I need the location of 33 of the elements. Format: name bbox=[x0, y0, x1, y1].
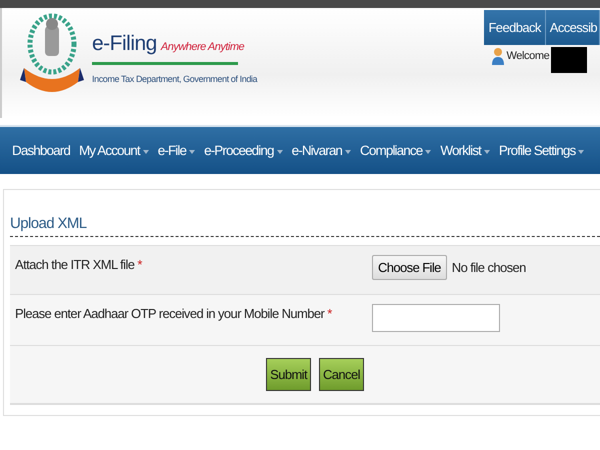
caret-icon bbox=[142, 150, 149, 154]
form-button[interactable]: Submit bbox=[266, 358, 311, 391]
caret-icon bbox=[345, 150, 352, 154]
required-mark: * bbox=[327, 306, 332, 321]
welcome-text: Welcome bbox=[506, 50, 550, 62]
field-label: Attach the ITR XML file bbox=[15, 257, 134, 272]
header-link[interactable]: Feedback bbox=[484, 10, 546, 45]
form-button[interactable]: Cancel bbox=[319, 358, 364, 391]
nav-menu-item[interactable]: Dashboard bbox=[12, 143, 70, 158]
nav-menu-item[interactable]: e-Proceeding bbox=[204, 143, 283, 158]
redacted-block bbox=[551, 47, 588, 73]
caret-icon bbox=[276, 150, 283, 154]
caret-icon bbox=[484, 150, 490, 154]
nav-menu-item[interactable]: e-Nivaran bbox=[292, 143, 352, 158]
nav-menu-item[interactable]: Worklist bbox=[440, 143, 490, 158]
tagline: Anywhere Anytime bbox=[160, 41, 244, 53]
section-title: Upload XML bbox=[10, 190, 600, 237]
header-link[interactable]: Accessib bbox=[546, 10, 600, 45]
user-icon bbox=[492, 47, 504, 65]
file-status: No file chosen bbox=[452, 260, 526, 275]
caret-icon bbox=[189, 150, 196, 154]
caret-icon bbox=[425, 150, 432, 154]
choose-file-button[interactable]: Choose File bbox=[372, 255, 447, 280]
brand-name: e-Filing bbox=[92, 32, 157, 56]
nav-menu-item[interactable]: My Account bbox=[78, 143, 149, 158]
department-name: Income Tax Department, Government of India bbox=[92, 73, 258, 85]
caret-icon bbox=[578, 150, 584, 154]
nav-menu-item[interactable]: Compliance bbox=[360, 143, 432, 158]
required-mark: * bbox=[137, 257, 142, 272]
otp-input-field[interactable] bbox=[372, 304, 500, 332]
nav-menu-item[interactable]: Profile Settings bbox=[498, 143, 584, 158]
field-label: Please enter Aadhaar OTP received in your Mobile Number bbox=[15, 306, 324, 321]
nav-menu-item[interactable]: e-File bbox=[158, 143, 196, 158]
